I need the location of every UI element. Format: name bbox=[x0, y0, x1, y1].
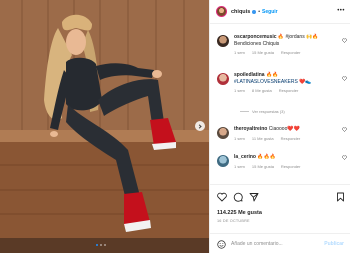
view-replies-label: Ver respuestas (3) bbox=[252, 109, 285, 114]
reply-button[interactable]: Responder bbox=[281, 50, 301, 55]
next-photo-button[interactable] bbox=[195, 121, 205, 131]
reply-button[interactable]: Responder bbox=[279, 88, 299, 93]
comment-like-icon[interactable] bbox=[342, 155, 347, 160]
comment-time: 1 sem bbox=[234, 50, 245, 55]
replies-divider bbox=[240, 111, 249, 112]
heart-icon[interactable] bbox=[217, 192, 227, 202]
post-actions: 114.225 Me gusta 16 DE OCTUBRE Publicar bbox=[210, 184, 350, 253]
verified-badge-icon bbox=[252, 9, 257, 14]
header-separator: • bbox=[258, 8, 261, 15]
comment-time: 1 sem bbox=[234, 135, 245, 141]
comment-meta: 1 sem 15 Me gusta Responder bbox=[234, 50, 339, 55]
carousel-dot bbox=[100, 244, 102, 246]
more-options-icon[interactable]: ••• bbox=[337, 8, 345, 14]
comment-likes[interactable]: 15 Me gusta bbox=[252, 164, 274, 169]
comment-like-icon[interactable] bbox=[342, 127, 347, 132]
comment-body: la_cerino 🔥🔥🔥 1 sem 15 Me gusta Responde… bbox=[234, 154, 339, 169]
comment-text: la_cerino 🔥🔥🔥 bbox=[234, 154, 339, 161]
post-date: 16 DE OCTUBRE bbox=[217, 219, 250, 223]
share-icon[interactable] bbox=[249, 192, 259, 202]
comment-content-line2[interactable]: #LATINASLOVESNEAKERS ❤️👟 bbox=[234, 79, 312, 85]
comment-text: theroyaltreino Ciaoooo❤️❤️ bbox=[234, 126, 339, 133]
comment-item: oscarponcemusic 🔥 #jordans 🙌🔥 Bendicione… bbox=[217, 34, 347, 55]
comment-body: theroyaltreino Ciaoooo❤️❤️ 1 sem 11 Me g… bbox=[234, 126, 339, 141]
comment-like-icon[interactable] bbox=[342, 38, 347, 43]
emoji-icon[interactable] bbox=[217, 239, 226, 249]
bookmark-icon bbox=[337, 192, 344, 202]
comment-composer: Publicar bbox=[210, 233, 350, 253]
view-replies-button[interactable]: Ver respuestas (3) bbox=[240, 109, 285, 114]
comment-likes[interactable]: 15 Me gusta bbox=[252, 50, 274, 55]
comment-content: 🔥🔥 bbox=[265, 72, 279, 78]
post-details-panel: chiquis • Seguir ••• oscarponcemusic 🔥 #… bbox=[209, 0, 350, 253]
comment-text: oscarponcemusic 🔥 #jordans 🙌🔥 Bendicione… bbox=[234, 34, 339, 47]
comment-input[interactable] bbox=[231, 241, 313, 247]
comment-text: spoiledlatina 🔥🔥 #LATINASLOVESNEAKERS ❤️… bbox=[234, 72, 339, 85]
comment-body: spoiledlatina 🔥🔥 #LATINASLOVESNEAKERS ❤️… bbox=[234, 72, 339, 93]
comment-content: Ciaoooo❤️❤️ bbox=[268, 126, 300, 132]
comment-item: theroyaltreino Ciaoooo❤️❤️ 1 sem 11 Me g… bbox=[217, 126, 347, 141]
follow-button[interactable]: Seguir bbox=[262, 9, 278, 15]
carousel-dot bbox=[104, 244, 106, 246]
commenter-username[interactable]: la_cerino bbox=[234, 154, 256, 160]
author-username[interactable]: chiquis bbox=[231, 9, 250, 15]
commenter-avatar[interactable] bbox=[217, 127, 229, 139]
comment-likes[interactable]: 8 Me gusta bbox=[252, 88, 272, 93]
comment-meta: 1 sem 8 Me gusta Responder bbox=[234, 88, 339, 93]
likes-count[interactable]: 114.225 Me gusta bbox=[217, 210, 262, 216]
comment-item: spoiledlatina 🔥🔥 #LATINASLOVESNEAKERS ❤️… bbox=[217, 72, 347, 93]
comment-like-icon[interactable] bbox=[342, 76, 347, 81]
carousel-indicator bbox=[96, 244, 106, 246]
post-photo[interactable] bbox=[0, 0, 209, 253]
comment-body: oscarponcemusic 🔥 #jordans 🙌🔥 Bendicione… bbox=[234, 34, 339, 55]
comment-meta: 1 sem 15 Me gusta Responder bbox=[234, 164, 339, 169]
comment-item: la_cerino 🔥🔥🔥 1 sem 15 Me gusta Responde… bbox=[217, 154, 347, 169]
comment-content: 🔥 #jordans 🙌🔥 bbox=[277, 34, 319, 40]
commenter-username[interactable]: oscarponcemusic bbox=[234, 34, 277, 40]
comment-content-line2: Bendiciones Chiquis bbox=[234, 40, 280, 47]
action-icons bbox=[217, 192, 259, 202]
chevron-right-icon bbox=[197, 123, 202, 129]
comment-time: 1 sem bbox=[234, 88, 245, 93]
publish-button[interactable]: Publicar bbox=[324, 241, 344, 247]
commenter-avatar[interactable] bbox=[217, 73, 229, 85]
comment-time: 1 sem bbox=[234, 163, 245, 169]
reply-button[interactable]: Responder bbox=[281, 164, 301, 169]
reply-button[interactable]: Responder bbox=[281, 136, 301, 141]
comment-meta: 1 sem 11 Me gusta Responder bbox=[234, 136, 339, 141]
comment-icon[interactable] bbox=[233, 192, 243, 202]
photo-illustration bbox=[0, 0, 209, 253]
commenter-username[interactable]: spoiledlatina bbox=[234, 72, 265, 78]
post-header: chiquis • Seguir ••• bbox=[210, 0, 350, 24]
carousel-dot bbox=[96, 244, 98, 246]
commenter-avatar[interactable] bbox=[217, 155, 229, 167]
commenter-username[interactable]: theroyaltreino bbox=[234, 126, 267, 132]
commenter-avatar[interactable] bbox=[217, 35, 229, 47]
author-avatar[interactable] bbox=[216, 6, 227, 17]
comment-likes[interactable]: 11 Me gusta bbox=[252, 136, 274, 141]
save-button[interactable] bbox=[336, 192, 345, 202]
comment-content: 🔥🔥🔥 bbox=[257, 154, 277, 160]
